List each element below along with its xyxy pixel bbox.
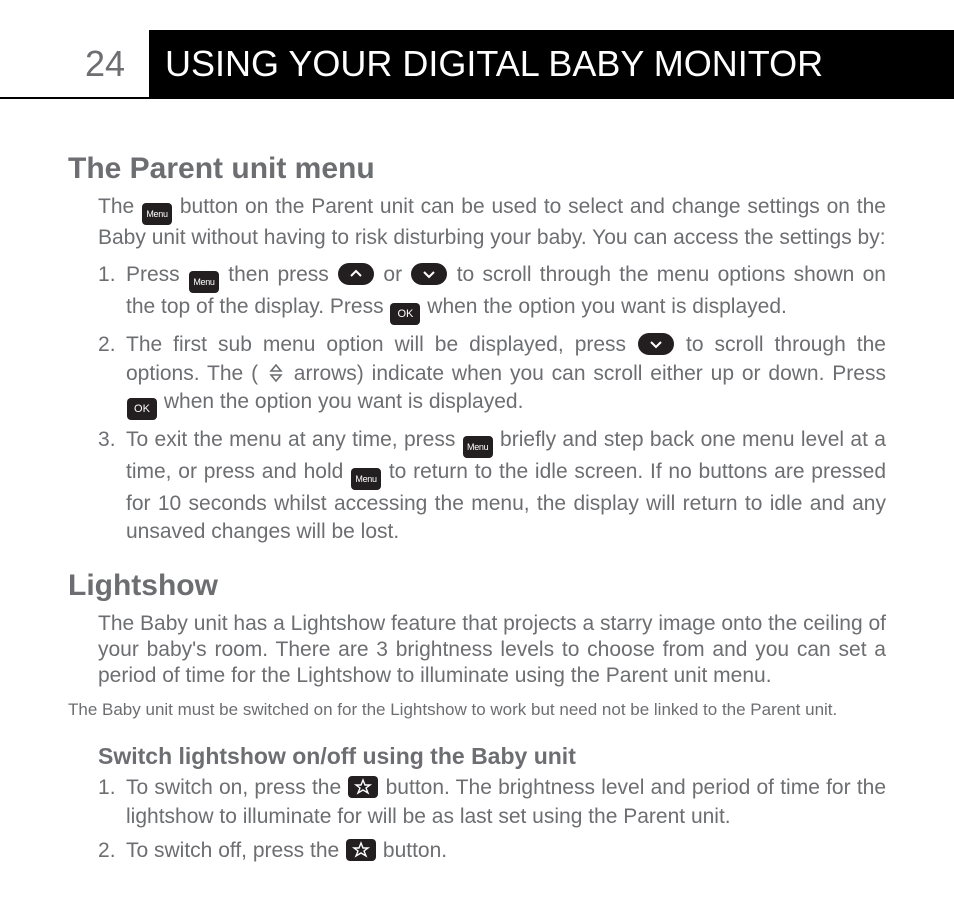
up-down-arrows-icon <box>267 364 285 382</box>
page-number: 24 <box>70 30 140 98</box>
text: then press <box>228 263 329 286</box>
section-parent-menu-title: The Parent unit menu <box>68 152 886 186</box>
text: To switch off, press the <box>126 839 339 862</box>
text: arrows) indicate when you can scroll eit… <box>294 362 886 385</box>
page-header: 24 USING YOUR DIGITAL BABY MONITOR <box>0 30 954 98</box>
chapter-title: USING YOUR DIGITAL BABY MONITOR <box>165 30 823 98</box>
page-content: The Parent unit menu The Menu button on … <box>68 130 886 876</box>
text: The <box>98 195 134 218</box>
lightshow-intro: The Baby unit has a Lightshow feature th… <box>98 611 886 690</box>
text: Press <box>126 263 180 286</box>
menu-button-icon: Menu <box>463 436 493 458</box>
menu-button-icon: Menu <box>351 468 381 490</box>
text: To exit the menu at any time, press <box>126 428 455 451</box>
star-button-icon <box>348 776 378 798</box>
lightshow-sub-title: Switch lightshow on/off using the Baby u… <box>98 743 886 770</box>
text: button on the Parent unit can be used to… <box>98 195 886 249</box>
section-lightshow-title: Lightshow <box>68 569 886 603</box>
manual-page: 24 USING YOUR DIGITAL BABY MONITOR The P… <box>0 0 954 903</box>
parent-menu-steps: Press Menu then press or to scroll throu… <box>98 261 886 546</box>
star-button-icon <box>346 839 376 861</box>
text: or <box>383 263 402 286</box>
lightshow-note: The Baby unit must be switched on for th… <box>68 699 886 721</box>
menu-button-icon: Menu <box>189 271 219 293</box>
text: To switch on, press the <box>126 776 341 799</box>
list-item: To switch off, press the button. <box>98 837 886 865</box>
down-button-icon <box>638 333 674 355</box>
menu-button-icon: Menu <box>142 203 172 225</box>
text: when the option you want is displayed. <box>427 295 787 318</box>
down-button-icon <box>411 263 447 285</box>
text: The first sub menu option will be displa… <box>126 333 626 356</box>
text: button. <box>383 839 447 862</box>
up-button-icon <box>338 263 374 285</box>
list-item: To exit the menu at any time, press Menu… <box>98 426 886 547</box>
list-item: Press Menu then press or to scroll throu… <box>98 261 886 325</box>
list-item: To switch on, press the button. The brig… <box>98 774 886 831</box>
text: when the option you want is displayed. <box>164 390 524 413</box>
list-item: The first sub menu option will be displa… <box>98 331 886 420</box>
ok-button-icon: OK <box>390 303 420 325</box>
parent-menu-intro: The Menu button on the Parent unit can b… <box>98 194 886 251</box>
lightshow-steps: To switch on, press the button. The brig… <box>98 774 886 865</box>
ok-button-icon: OK <box>127 398 157 420</box>
